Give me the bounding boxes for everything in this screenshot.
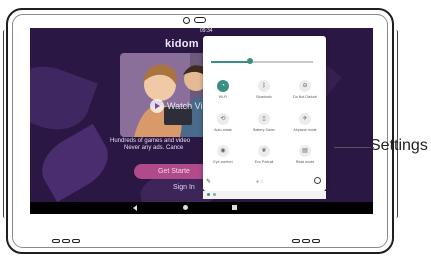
tile-label: Eco Portrait [254,160,274,164]
tile-battery-saver[interactable]: ▯ Battery Saver [246,113,282,132]
brightness-slider-thumb[interactable] [246,58,253,64]
tile-label: Wi-Fi [218,95,228,99]
tile-airplane-mode[interactable]: ✈ Airplane mode [287,113,323,132]
tile-label: Read mode [295,160,315,164]
home-icon[interactable] [183,205,188,210]
battery-icon: ▯ [258,113,270,125]
eye-icon: ◉ [217,145,229,157]
tile-bluetooth[interactable]: ᛒ Bluetooth [246,80,282,99]
tile-eye-comfort[interactable]: ◉ Eye comfort [205,145,241,164]
tablet-screen: 09:34 kidom Watch Vi Hundreds of games a… [30,28,373,214]
tile-eco-portrait[interactable]: ❦ Eco Portrait [246,145,282,164]
front-camera-icon [183,17,190,24]
status-bar: 09:34 [30,28,373,36]
callout-line [334,147,374,148]
tile-label: Bluetooth [256,95,272,99]
tile-label: Do Not Disturb [293,95,317,99]
status-time: 09:34 [200,28,213,34]
page-indicator: ●○ [256,179,265,185]
tile-label: Airplane mode [293,128,317,132]
quick-settings-footer [203,191,326,199]
tile-label: Battery Saver [253,128,275,132]
tile-label: Auto-rotate [214,128,232,132]
edit-icon[interactable]: ✎ [206,178,211,185]
read-mode-icon: ▤ [299,145,311,157]
tablet-right-edge [394,30,398,218]
tile-label: Eye comfort [213,160,233,164]
airplane-icon: ✈ [299,113,311,125]
wifi-icon: ◔ [217,80,229,92]
notification-dot [213,193,216,196]
speaker-left-icon [52,238,80,244]
play-icon [150,99,164,113]
quick-settings-panel: ◔ Wi-Fi ᛒ Bluetooth ⊖ Do Not Disturb ⟲ A… [203,36,326,191]
tile-read-mode[interactable]: ▤ Read mode [287,145,323,164]
eco-icon: ❦ [258,145,270,157]
recents-icon[interactable] [232,205,237,210]
brightness-fill [211,61,250,63]
settings-gear-icon[interactable] [314,177,321,184]
speaker-right-icon [292,238,320,244]
do-not-disturb-icon: ⊖ [299,80,311,92]
sign-in-link[interactable]: Sign In [173,184,195,191]
background-leaf [32,123,118,203]
tile-do-not-disturb[interactable]: ⊖ Do Not Disturb [287,80,323,99]
tile-wifi[interactable]: ◔ Wi-Fi [205,80,241,99]
tile-auto-rotate[interactable]: ⟲ Auto-rotate [205,113,241,132]
watch-video-label: Watch Vi [167,101,203,111]
brand-logo: kidom [165,38,199,50]
back-icon[interactable] [133,205,137,211]
settings-callout-label: Settings [370,137,428,154]
bluetooth-icon: ᛒ [258,80,270,92]
light-sensor-icon [194,17,206,23]
navigation-bar [30,202,373,214]
auto-rotate-icon: ⟲ [217,113,229,125]
notification-dot [207,193,210,196]
watch-video-button[interactable]: Watch Vi [150,99,203,113]
